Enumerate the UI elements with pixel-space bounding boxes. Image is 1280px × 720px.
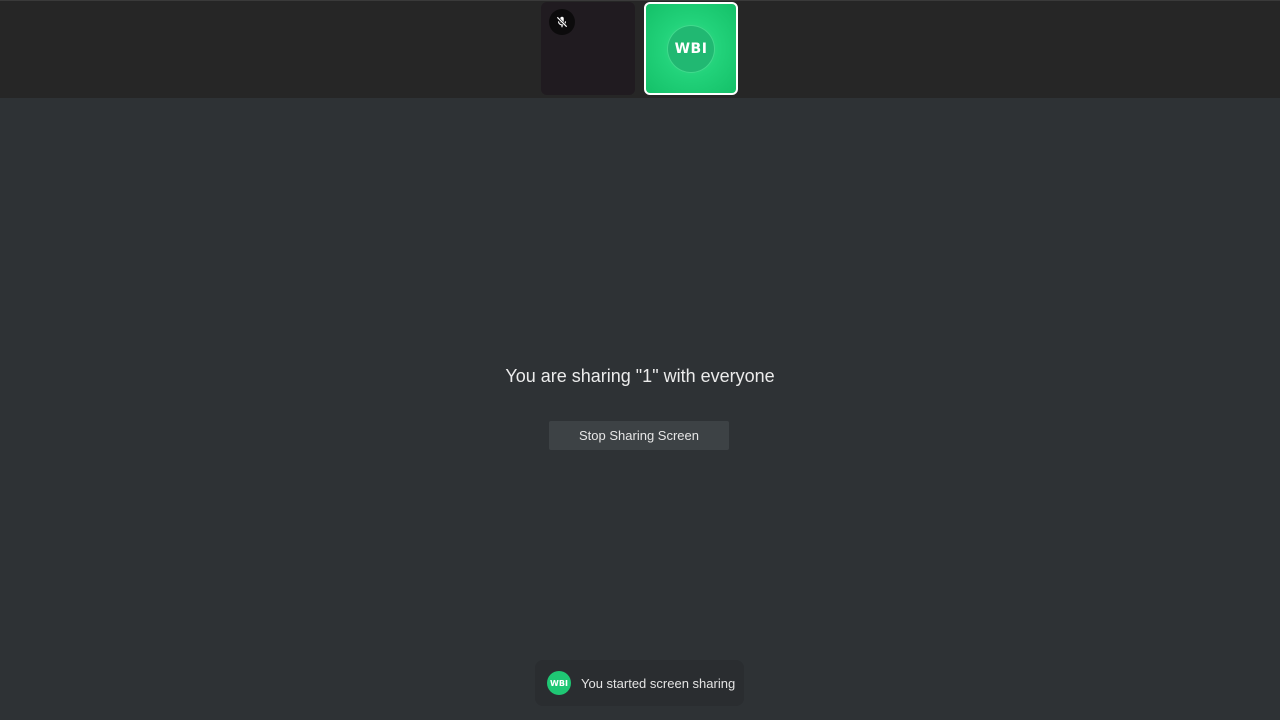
toast-message: You started screen sharing: [581, 675, 736, 691]
sharing-status-text: You are sharing "1" with everyone: [505, 366, 775, 386]
notification-toast: WBI You started screen sharing: [535, 660, 744, 706]
stop-sharing-button[interactable]: Stop Sharing Screen: [549, 421, 729, 450]
participant-tile-muted[interactable]: [541, 2, 635, 95]
toast-avatar: WBI: [547, 671, 571, 695]
mic-off-icon: [549, 9, 575, 35]
screen-share-view: WBI You are sharing "1" with everyone St…: [0, 0, 1280, 720]
participant-tile-self[interactable]: WBI: [644, 2, 738, 95]
participant-strip: WBI: [0, 0, 1280, 98]
avatar: WBI: [668, 25, 714, 72]
